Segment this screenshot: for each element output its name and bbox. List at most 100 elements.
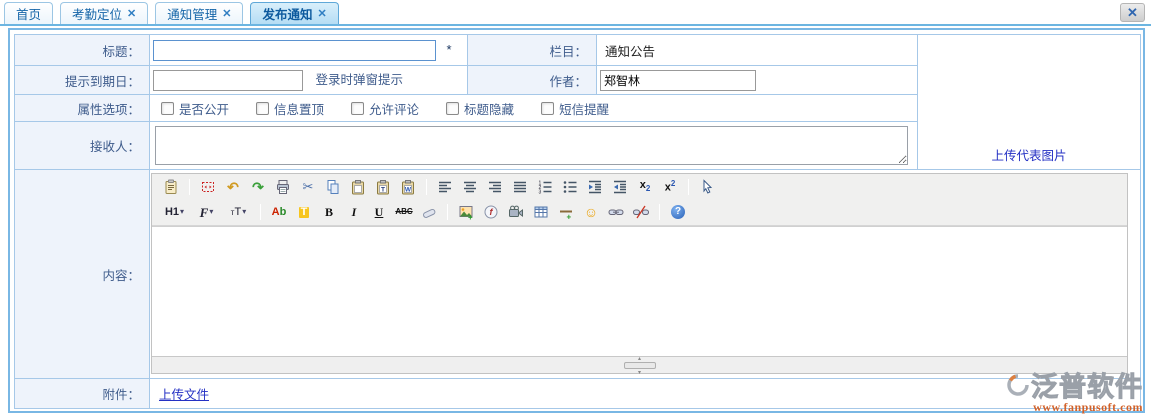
undo-icon[interactable]: ↶ (223, 177, 243, 196)
insert-flash-icon[interactable]: f (481, 203, 501, 222)
unordered-list-icon[interactable] (560, 177, 580, 196)
checkbox-item-sms-reminder[interactable]: 短信提醒 (541, 99, 609, 118)
tab-publish-notice[interactable]: 发布通知 ✕ (250, 2, 338, 24)
options-label-text: 属性选项： (77, 103, 140, 117)
reminder-date-label: 提示到期日： (15, 66, 150, 95)
print-icon[interactable] (273, 177, 293, 196)
recipients-label: 接收人： (15, 122, 150, 170)
attachment-cell: 上传文件 (150, 379, 1141, 409)
options-cell: 是否公开 信息置顶 允许评论 标题隐藏 (150, 95, 918, 122)
link-icon[interactable] (606, 203, 626, 222)
required-marker: * (446, 42, 451, 57)
attachment-label-text: 附件： (102, 388, 140, 402)
indent-icon[interactable] (585, 177, 605, 196)
svg-text:T: T (381, 186, 385, 193)
subscript-icon[interactable]: x2 (635, 177, 655, 196)
publish-notice-form-panel: 标题： * 栏目： 通知公告 上传代表图片 提示到期日： 登录时弹窗提示 (8, 28, 1145, 413)
eraser-icon[interactable] (419, 203, 439, 222)
options-label: 属性选项： (15, 95, 150, 122)
checkbox-item-pin-top[interactable]: 信息置顶 (256, 99, 324, 118)
checkbox[interactable] (161, 102, 174, 115)
italic-icon[interactable]: I (344, 203, 364, 222)
title-cell: * (150, 35, 468, 66)
bold-icon[interactable]: B (319, 203, 339, 222)
svg-text:3: 3 (539, 189, 542, 195)
underline-icon[interactable]: U (369, 203, 389, 222)
highlight-icon[interactable]: T (294, 203, 314, 222)
insert-table-icon[interactable] (531, 203, 551, 222)
paste-word-icon[interactable]: W (398, 177, 418, 196)
title-label-text: 标题： (102, 45, 140, 59)
align-right-icon[interactable] (485, 177, 505, 196)
outdent-icon[interactable] (610, 177, 630, 196)
recipients-cell (150, 122, 918, 170)
close-panel-button[interactable]: ✕ (1120, 3, 1145, 22)
justify-icon[interactable] (510, 177, 530, 196)
toolbar-separator (659, 204, 660, 220)
insert-image-icon[interactable]: + (456, 203, 476, 222)
column-value: 通知公告 (600, 45, 655, 59)
checkbox-item-hide-title[interactable]: 标题隐藏 (446, 99, 514, 118)
emoticon-icon[interactable]: ☺ (581, 203, 601, 222)
recipients-textarea[interactable] (155, 126, 908, 165)
select-arrow-icon[interactable] (697, 177, 717, 196)
content-label-text: 内容： (102, 269, 140, 283)
upload-representative-image-link[interactable]: 上传代表图片 (991, 149, 1066, 163)
tab-close-icon[interactable]: ✕ (318, 7, 327, 20)
options-checkbox-group: 是否公开 信息置顶 允许评论 标题隐藏 (153, 99, 917, 118)
tab-close-icon[interactable]: ✕ (222, 7, 231, 20)
unlink-icon[interactable] (631, 203, 651, 222)
strikethrough-icon[interactable]: ABC (394, 203, 414, 222)
paste-icon[interactable] (348, 177, 368, 196)
rich-text-editor: ↶↷✂TW123x2x2 H1▾F▾тT▾AbTBIUABC+f+☺? (151, 173, 1128, 374)
checkbox-item-allow-comments[interactable]: 允许评论 (351, 99, 419, 118)
ordered-list-icon[interactable]: 123 (535, 177, 555, 196)
align-center-icon[interactable] (460, 177, 480, 196)
cut-icon[interactable]: ✂ (298, 177, 318, 196)
source-edit-icon[interactable] (161, 177, 181, 196)
close-icon: ✕ (1127, 5, 1138, 21)
column-cell: 通知公告 (597, 35, 918, 66)
editor-content-area[interactable] (152, 226, 1127, 357)
superscript-icon[interactable]: x2 (660, 177, 680, 196)
toolbar-separator (447, 204, 448, 220)
font-color-icon[interactable]: Ab (269, 203, 289, 222)
tab-attendance-location[interactable]: 考勤定位 ✕ (60, 2, 148, 24)
tab-home[interactable]: 首页 (4, 2, 53, 24)
upload-file-link[interactable]: 上传文件 (153, 388, 209, 402)
paste-text-icon[interactable]: T (373, 177, 393, 196)
fullscreen-icon[interactable] (198, 177, 218, 196)
checkbox[interactable] (351, 102, 364, 115)
representative-image-cell: 上传代表图片 (918, 35, 1141, 170)
help-icon[interactable]: ? (668, 203, 688, 222)
svg-text:W: W (405, 186, 412, 193)
checkbox[interactable] (256, 102, 269, 115)
tab-notice-management[interactable]: 通知管理 ✕ (155, 2, 243, 24)
redo-icon[interactable]: ↷ (248, 177, 268, 196)
insert-media-icon[interactable] (506, 203, 526, 222)
checkbox-item-public[interactable]: 是否公开 (161, 99, 229, 118)
editor-toolbar-row2: H1▾ F▾ тT▾ Ab TBIU ABC + f + ☺? (152, 199, 1127, 226)
copy-icon[interactable] (323, 177, 343, 196)
form-table: 标题： * 栏目： 通知公告 上传代表图片 提示到期日： 登录时弹窗提示 (14, 34, 1141, 409)
content-label: 内容： (15, 170, 150, 379)
tab-close-icon[interactable]: ✕ (127, 7, 136, 20)
fontsize-select[interactable]: тT▾ (225, 203, 252, 222)
checkbox[interactable] (446, 102, 459, 115)
tab-label: 考勤定位 (72, 4, 122, 23)
checkbox[interactable] (541, 102, 554, 115)
content-cell: ↶↷✂TW123x2x2 H1▾F▾тT▾AbTBIUABC+f+☺? (150, 170, 1141, 379)
reminder-date-input[interactable] (153, 70, 303, 91)
tab-label: 发布通知 (262, 4, 312, 23)
toolbar-separator (189, 179, 190, 195)
author-input[interactable] (600, 70, 756, 91)
editor-bottom-bar (152, 357, 1127, 373)
heading-select[interactable]: H1▾ (161, 203, 188, 222)
insert-hr-icon[interactable]: + (556, 203, 576, 222)
font-select[interactable]: F▾ (193, 203, 220, 222)
title-input[interactable] (153, 40, 436, 61)
align-left-icon[interactable] (435, 177, 455, 196)
editor-resize-handle[interactable] (624, 362, 656, 369)
checkbox-label: 信息置顶 (274, 99, 324, 118)
author-cell (597, 66, 918, 95)
